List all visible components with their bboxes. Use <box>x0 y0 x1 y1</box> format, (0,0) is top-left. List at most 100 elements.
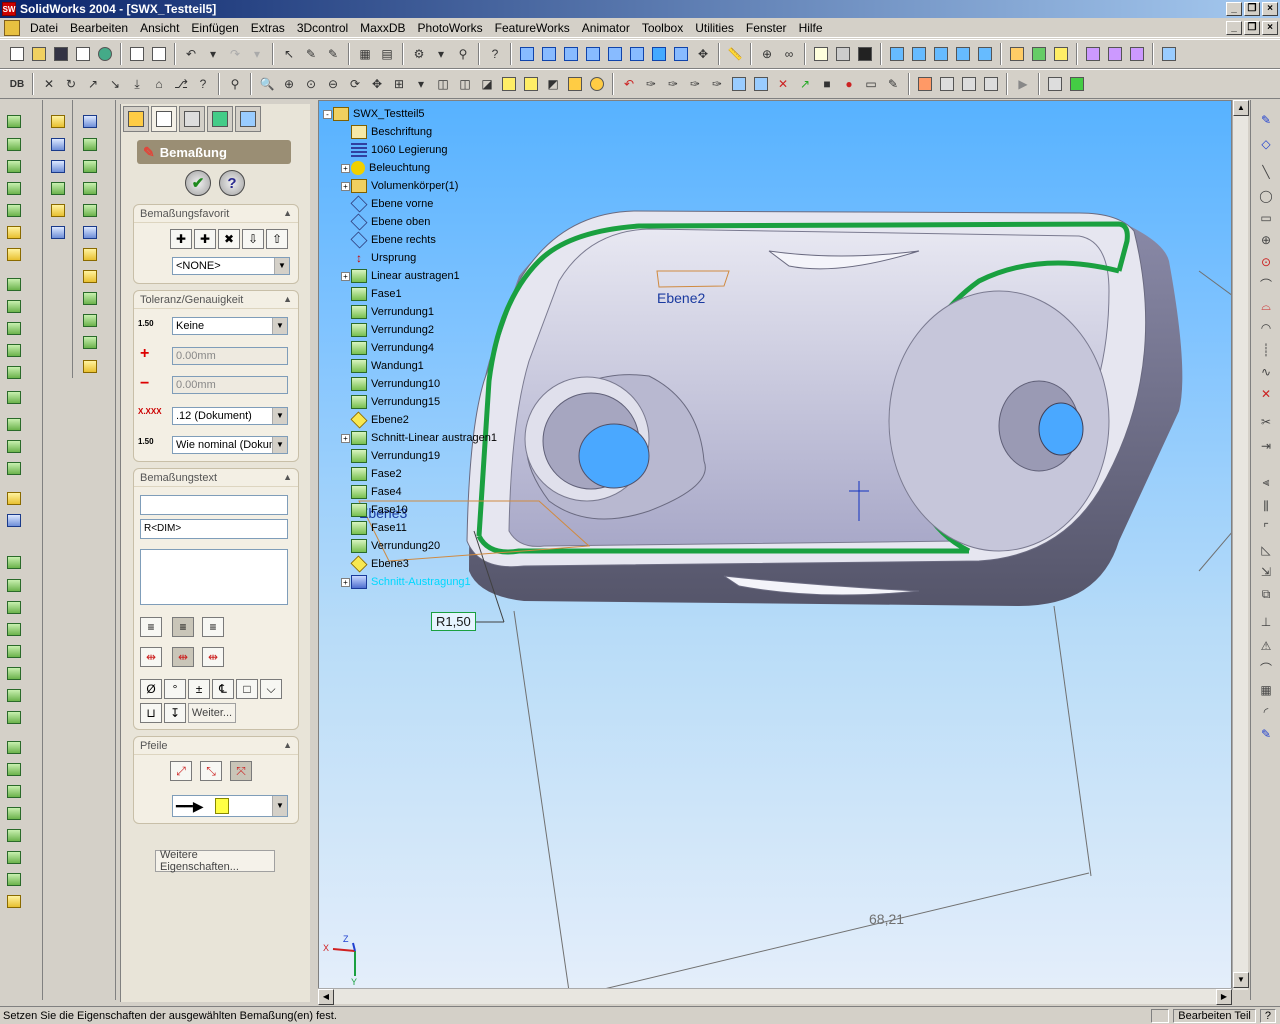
feature-tree-item[interactable]: Verrundung20 <box>323 537 497 555</box>
feature-tree-item[interactable]: Verrundung4 <box>323 339 497 357</box>
sketch-icon[interactable] <box>80 112 100 130</box>
diameter-symbol-icon[interactable]: Ø <box>140 679 162 699</box>
tolerance-group-header[interactable]: Toleranz/Genauigkeit ▲ <box>134 291 298 309</box>
sketch-point-icon[interactable]: ✕ <box>1258 386 1274 402</box>
explode-icon[interactable] <box>937 74 957 94</box>
align-left-icon[interactable]: ≡ <box>140 617 162 637</box>
menu-featureworks[interactable]: FeatureWorks <box>489 21 576 35</box>
draft-icon[interactable] <box>4 363 24 381</box>
sketch-toolbar-rect-icon[interactable] <box>48 135 68 153</box>
dimension-text-group-header[interactable]: Bemaßungstext ▲ <box>134 469 298 487</box>
dimension-icon[interactable]: ◇ <box>1258 136 1274 152</box>
sweep-cut-icon[interactable] <box>4 245 24 263</box>
view-orientation-icon[interactable]: ✥ <box>693 44 713 64</box>
chamfer-icon[interactable] <box>4 297 24 315</box>
feature-tree-item[interactable]: Fase11 <box>323 519 497 537</box>
centerline-symbol-icon[interactable]: ℄ <box>212 679 234 699</box>
mid-surface-icon[interactable] <box>4 804 24 822</box>
planar-surface-icon[interactable] <box>4 708 24 726</box>
menu-3dcontrol[interactable]: 3Dcontrol <box>291 21 354 35</box>
arrow-ne-icon[interactable]: ↗ <box>83 74 103 94</box>
feature-tree-item[interactable]: Fase10 <box>323 501 497 519</box>
sketch-centerline-icon[interactable] <box>80 289 100 307</box>
display-icon[interactable] <box>855 44 875 64</box>
sketch-pencil-icon[interactable]: ✎ <box>301 44 321 64</box>
graphics-area[interactable]: Ebene2 Ebene3 R1,50 68,21 X Y Z - SWX_Tes… <box>318 100 1232 990</box>
decal-icon[interactable] <box>1007 44 1027 64</box>
rotate-view-icon[interactable]: ⟳ <box>345 74 365 94</box>
reference-geometry-icon[interactable] <box>4 489 24 507</box>
rectangle-icon[interactable]: ▭ <box>1258 210 1274 226</box>
split-line-icon[interactable] <box>4 892 24 910</box>
sketch-point-icon[interactable] <box>80 267 100 285</box>
chevron-down-icon[interactable]: ▼ <box>272 408 287 424</box>
feature-tree-item[interactable]: Ebene2 <box>323 411 497 429</box>
more-properties-button[interactable]: Weitere Eigenschaften... <box>155 849 275 873</box>
more-symbols-button[interactable]: Weiter... <box>188 703 236 723</box>
sketch-toolbar-line-icon[interactable] <box>48 157 68 175</box>
sketch-offset-icon[interactable] <box>80 333 100 351</box>
feature-tree-item[interactable]: Verrundung10 <box>323 375 497 393</box>
arrows-smart-icon[interactable]: ⤧ <box>230 761 252 781</box>
radiate-surface-icon[interactable] <box>4 664 24 682</box>
minimize-button[interactable]: _ <box>1226 2 1242 16</box>
redo-dropdown-icon[interactable]: ▾ <box>247 44 267 64</box>
circular-pattern-icon[interactable] <box>4 437 24 455</box>
close-button[interactable]: × <box>1262 2 1278 16</box>
view-dropdown-icon[interactable]: ▾ <box>411 74 431 94</box>
extrude-cut-icon[interactable] <box>4 201 24 219</box>
tab-configuration-manager[interactable] <box>179 106 205 132</box>
tangent-arc-icon[interactable]: ⌓ <box>1258 298 1274 314</box>
toolbox-config-icon[interactable] <box>1105 44 1125 64</box>
feature-tree-item[interactable]: Verrundung1 <box>323 303 497 321</box>
delete-face-icon[interactable] <box>4 826 24 844</box>
surface-sweep-icon[interactable] <box>4 598 24 616</box>
checklist-icon[interactable] <box>811 44 831 64</box>
sketch-line-icon[interactable] <box>80 157 100 175</box>
options-icon[interactable]: ⚙ <box>409 44 429 64</box>
align-center-icon[interactable]: ≡ <box>172 617 194 637</box>
new-document-icon[interactable] <box>7 44 27 64</box>
solidworks-app-icon[interactable]: SW <box>2 2 16 16</box>
curves-icon[interactable] <box>4 511 24 529</box>
printer-setup-icon[interactable] <box>833 44 853 64</box>
arrows-group-header[interactable]: Pfeile ▲ <box>134 737 298 755</box>
small-boss-hole[interactable] <box>578 423 650 489</box>
mirror-entities-icon[interactable]: ⫼ <box>1258 498 1274 514</box>
measure-icon[interactable]: 📏 <box>725 44 745 64</box>
menu-hilfe[interactable]: Hilfe <box>793 21 829 35</box>
feature-tree-item[interactable]: - SWX_Testteil5 <box>323 105 497 123</box>
feature-tree-item[interactable]: + Linear austragen1 <box>323 267 497 285</box>
restore-button[interactable]: ❐ <box>1244 2 1260 16</box>
doc-close-button[interactable]: × <box>1262 21 1278 35</box>
image-icon[interactable] <box>887 44 907 64</box>
sketch-relations-icon[interactable] <box>80 357 100 375</box>
apply-favorite-icon[interactable]: ✚ <box>170 229 192 249</box>
surface-revolve-icon[interactable] <box>4 576 24 594</box>
edit-sketch-icon[interactable]: ✑ <box>663 74 683 94</box>
radius-dimension[interactable]: R1,50 <box>431 612 476 631</box>
rotate-arrow-icon[interactable]: ↻ <box>61 74 81 94</box>
smart-pen-icon[interactable]: ✎ <box>323 44 343 64</box>
delete-feature-icon[interactable]: ✕ <box>773 74 793 94</box>
tab-photoworks[interactable] <box>207 106 233 132</box>
zoom-area-icon[interactable]: ⊙ <box>301 74 321 94</box>
expand-node-icon[interactable]: + <box>341 577 350 587</box>
smart-dim-icon[interactable]: ✎ <box>1258 726 1274 742</box>
menu-utilities[interactable]: Utilities <box>689 21 740 35</box>
zoom-in-icon[interactable]: ⊕ <box>279 74 299 94</box>
drop-icon[interactable]: ⤓ <box>127 74 147 94</box>
arrow-se-icon[interactable]: ↘ <box>105 74 125 94</box>
feature-tree-item[interactable]: Ebene rechts <box>323 231 497 249</box>
favorite-select[interactable]: <NONE> ▼ <box>172 257 290 275</box>
feature-tree-item[interactable]: Verrundung15 <box>323 393 497 411</box>
feature-tree-item[interactable]: ↕ Ursprung <box>323 249 497 267</box>
play-icon[interactable]: ▶ <box>1013 74 1033 94</box>
revolve-cut-icon[interactable] <box>4 223 24 241</box>
camera-icon[interactable] <box>981 74 1001 94</box>
large-boss-hole[interactable] <box>1038 402 1084 456</box>
dimension-position-3-icon[interactable]: ⇹ <box>202 647 224 667</box>
feature-tree-item[interactable]: + Volumenkörper(1) <box>323 177 497 195</box>
min-variation-field[interactable]: 0.00mm <box>172 376 288 394</box>
feature-tree-item[interactable]: Verrundung19 <box>323 447 497 465</box>
